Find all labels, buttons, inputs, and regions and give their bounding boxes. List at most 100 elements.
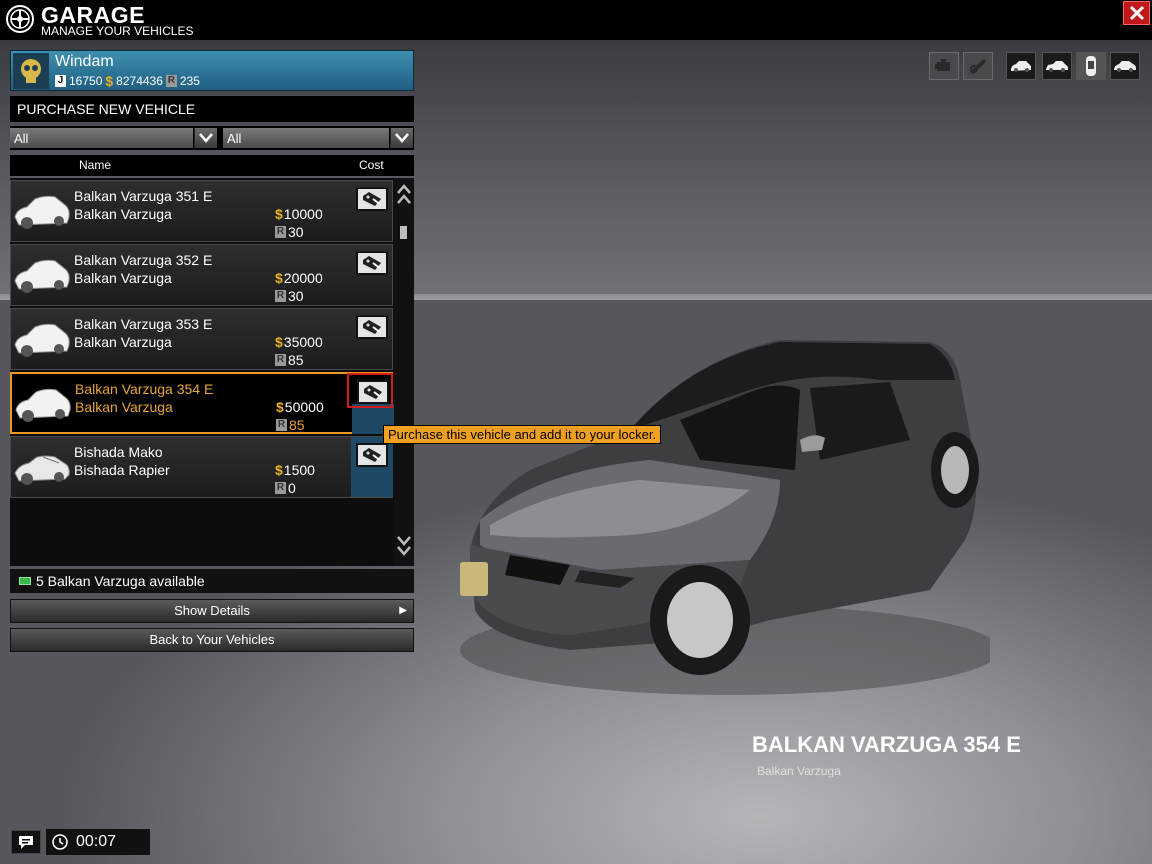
category-filter-dropdown[interactable]: All bbox=[10, 126, 218, 150]
show-details-button[interactable]: Show Details ▶ bbox=[10, 599, 414, 623]
vehicle-thumbnail-icon bbox=[14, 195, 70, 229]
vehicle-model: Balkan Varzuga bbox=[75, 399, 173, 415]
car-render[interactable] bbox=[450, 320, 990, 700]
timer-value: 00:07 bbox=[76, 833, 117, 850]
engine-view-button[interactable] bbox=[929, 52, 959, 80]
back-label: Back to Your Vehicles bbox=[149, 632, 275, 647]
column-headers: Name Cost bbox=[10, 155, 414, 176]
vehicle-model: Balkan Varzuga bbox=[74, 334, 172, 350]
camera-side-view-button[interactable] bbox=[1042, 52, 1072, 80]
vehicle-rep: R 30 bbox=[275, 288, 304, 304]
price-value: 1500 bbox=[283, 462, 315, 478]
camera-top-view-button[interactable] bbox=[1076, 52, 1106, 80]
price-value: 20000 bbox=[283, 270, 323, 286]
player-profile: Windam J 16750 $ 8274436 R 235 bbox=[10, 50, 414, 91]
rep-value: 85 bbox=[288, 352, 304, 368]
show-details-label: Show Details bbox=[174, 603, 250, 618]
vehicle-price: $1500 bbox=[275, 462, 315, 478]
vehicle-row[interactable]: Balkan Varzuga 352 E Balkan Varzuga $200… bbox=[10, 244, 393, 306]
vehicle-row-selected[interactable]: Balkan Varzuga 354 E Balkan Varzuga $500… bbox=[10, 372, 394, 434]
make-filter-dropdown[interactable]: All bbox=[223, 126, 414, 150]
rep-value: 85 bbox=[289, 417, 305, 433]
purchase-button[interactable] bbox=[356, 251, 388, 275]
rep-icon: R bbox=[275, 290, 286, 302]
rep-icon: R bbox=[275, 354, 286, 366]
session-timer: 00:07 bbox=[46, 829, 150, 855]
chat-button[interactable] bbox=[11, 830, 41, 854]
filter-bar: All All bbox=[10, 126, 414, 150]
vehicle-row[interactable]: Balkan Varzuga 351 E Balkan Varzuga $100… bbox=[10, 180, 393, 242]
close-icon bbox=[1129, 5, 1144, 21]
vehicle-thumbnail-icon bbox=[15, 388, 71, 422]
chevron-right-icon: ▶ bbox=[399, 605, 407, 616]
purchase-button[interactable] bbox=[356, 443, 388, 467]
vehicle-rep: R0 bbox=[275, 480, 296, 496]
vehicle-name: Balkan Varzuga 353 E bbox=[74, 316, 213, 332]
vehicle-price: $50000 bbox=[276, 399, 324, 415]
money-icon: $ bbox=[276, 399, 284, 415]
chevron-down-icon[interactable] bbox=[194, 128, 217, 148]
vehicle-name: Balkan Varzuga 352 E bbox=[74, 252, 213, 268]
page-subtitle: MANAGE YOUR VEHICLES bbox=[41, 24, 194, 38]
camera-front-view-button[interactable] bbox=[1006, 52, 1036, 80]
money-icon: $ bbox=[275, 334, 283, 350]
garage-wheel-icon bbox=[6, 5, 34, 33]
selected-vehicle-title: BALKAN VARZUGA 354 E bbox=[752, 732, 1021, 757]
availability-text: 5 Balkan Varzuga available bbox=[36, 573, 205, 589]
purchase-button-highlight bbox=[347, 373, 393, 408]
price-value: 10000 bbox=[283, 206, 323, 222]
car-front-icon bbox=[1011, 61, 1031, 72]
vehicle-price: $10000 bbox=[275, 206, 323, 222]
vehicle-price: $20000 bbox=[275, 270, 323, 286]
selected-vehicle-model: Balkan Varzuga bbox=[757, 764, 841, 778]
available-indicator-icon bbox=[19, 577, 31, 585]
chevron-down-icon[interactable] bbox=[390, 128, 413, 148]
vehicle-row[interactable]: Balkan Varzuga 353 E Balkan Varzuga $350… bbox=[10, 308, 393, 370]
scroll-down-icon[interactable] bbox=[396, 532, 412, 558]
car-rear-icon bbox=[1114, 61, 1136, 72]
rep-icon: R bbox=[165, 75, 177, 87]
close-button[interactable] bbox=[1123, 1, 1150, 25]
price-tag-icon bbox=[363, 448, 382, 462]
vehicle-name: Balkan Varzuga 354 E bbox=[75, 381, 214, 397]
money-icon: $ bbox=[275, 206, 283, 222]
column-cost-header[interactable]: Cost bbox=[359, 158, 384, 172]
rep-icon: R bbox=[275, 482, 286, 494]
scrollbar-thumb[interactable] bbox=[400, 226, 407, 239]
column-name-header[interactable]: Name bbox=[79, 158, 111, 172]
purchase-button[interactable] bbox=[356, 315, 388, 339]
rep-value: 30 bbox=[288, 224, 304, 240]
jobs-icon: J bbox=[55, 75, 66, 87]
section-title: PURCHASE NEW VEHICLE bbox=[10, 96, 414, 122]
scroll-up-icon[interactable] bbox=[396, 182, 412, 208]
clock-icon bbox=[52, 834, 68, 850]
purchase-tooltip: Purchase this vehicle and add it to your… bbox=[383, 425, 662, 444]
back-to-vehicles-button[interactable]: Back to Your Vehicles bbox=[10, 628, 414, 652]
skull-emblem-icon bbox=[21, 59, 41, 83]
vehicle-list-scrollbar[interactable] bbox=[394, 178, 414, 566]
vehicle-thumbnail-icon bbox=[14, 323, 70, 357]
price-value: 50000 bbox=[284, 399, 324, 415]
vehicle-model: Bishada Rapier bbox=[74, 462, 170, 478]
rep-icon: R bbox=[275, 226, 286, 238]
vehicle-row[interactable]: Bishada Mako Bishada Rapier $1500 R0 bbox=[10, 436, 393, 498]
price-value: 35000 bbox=[283, 334, 323, 350]
chat-bubble-icon bbox=[19, 836, 33, 849]
availability-status: 5 Balkan Varzuga available bbox=[10, 569, 414, 593]
rep-value: 0 bbox=[288, 480, 296, 496]
horn-icon bbox=[970, 59, 986, 74]
engine-icon bbox=[935, 59, 950, 71]
car-top-icon bbox=[1086, 56, 1096, 76]
player-stats: J 16750 $ 8274436 R 235 bbox=[55, 73, 200, 89]
category-filter-value: All bbox=[10, 128, 193, 148]
jobs-value: 16750 bbox=[69, 74, 103, 88]
vehicle-rep: R 85 bbox=[276, 417, 305, 433]
vehicle-model: Balkan Varzuga bbox=[74, 206, 172, 222]
purchase-button[interactable] bbox=[356, 187, 388, 211]
horn-view-button[interactable] bbox=[963, 52, 993, 80]
avatar bbox=[13, 53, 49, 89]
player-name: Windam bbox=[55, 53, 114, 70]
vehicle-rep: R 85 bbox=[275, 352, 304, 368]
camera-rear-view-button[interactable] bbox=[1110, 52, 1140, 80]
vehicle-thumbnail-icon bbox=[14, 455, 70, 485]
